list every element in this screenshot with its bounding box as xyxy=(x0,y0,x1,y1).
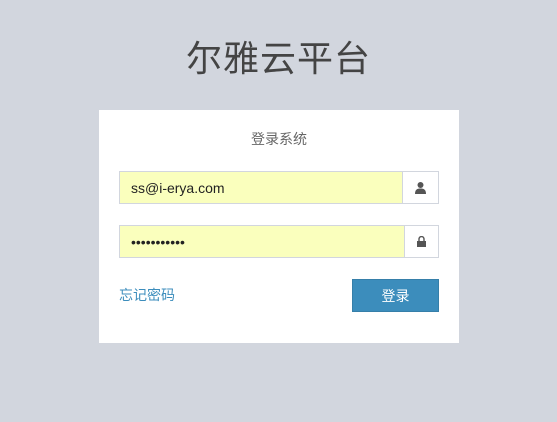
lock-icon-glyph xyxy=(417,236,426,247)
login-button[interactable]: 登录 xyxy=(352,279,439,312)
user-icon-glyph xyxy=(415,181,426,194)
password-input[interactable] xyxy=(120,226,405,257)
login-box: 登录系统 忘记密码 登录 xyxy=(99,110,459,343)
lock-icon xyxy=(404,226,438,257)
user-icon xyxy=(402,172,438,203)
email-input[interactable] xyxy=(120,172,403,203)
email-field xyxy=(119,171,439,204)
password-field xyxy=(119,225,439,258)
brand-title: 尔雅云平台 xyxy=(185,39,371,80)
forgot-password-link[interactable]: 忘记密码 xyxy=(119,286,175,306)
login-box-message: 登录系统 xyxy=(251,132,307,148)
